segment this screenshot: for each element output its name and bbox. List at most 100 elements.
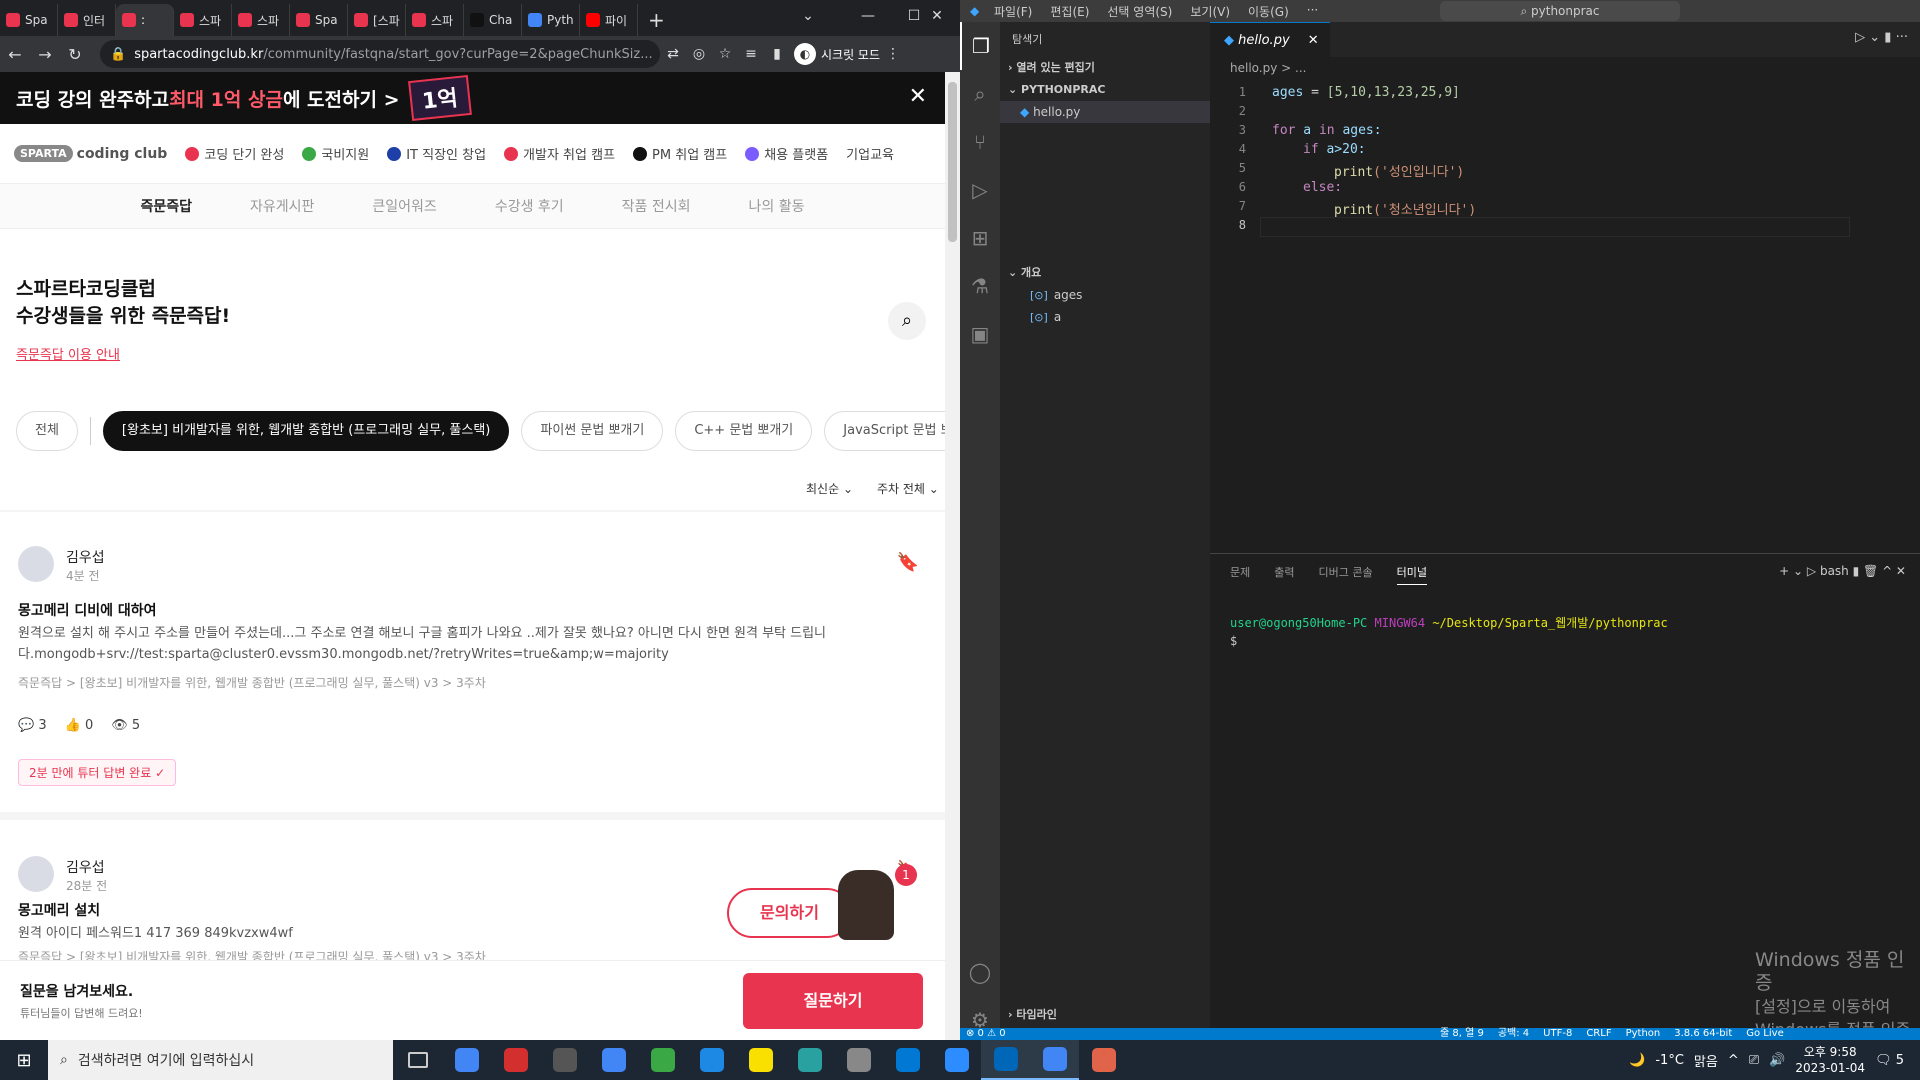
python-interpreter[interactable]: 3.8.6 64-bit	[1674, 1028, 1732, 1040]
close-icon[interactable]: ✕	[909, 84, 927, 109]
scrollbar-thumb[interactable]	[948, 82, 957, 242]
sub-nav-tab[interactable]: 큰일어워즈	[372, 196, 436, 216]
site-nav-link[interactable]: 기업교육	[846, 144, 894, 163]
minimize-button[interactable]: —	[845, 0, 891, 32]
taskbar-app-icon[interactable]	[589, 1040, 638, 1080]
browser-tab[interactable]: 스파	[406, 4, 464, 36]
site-nav-link[interactable]: IT 직장인 창업	[387, 144, 486, 163]
indent-setting[interactable]: 공백: 4	[1498, 1028, 1529, 1040]
close-window-button[interactable]: ✕	[914, 0, 960, 32]
editor-tab[interactable]: ◆ hello.py ✕	[1210, 22, 1330, 57]
sub-nav-tab[interactable]: 수강생 후기	[495, 196, 564, 216]
go-live-button[interactable]: Go Live	[1746, 1028, 1783, 1040]
course-filter-chip[interactable]: C++ 문법 뽀개기	[675, 411, 813, 451]
site-nav-link[interactable]: 개발자 취업 캠프	[504, 144, 615, 163]
outline-item[interactable]: [⊙] a	[1000, 306, 1210, 328]
problems-count[interactable]: ⊗ 0 ⚠ 0	[966, 1028, 1006, 1040]
taskbar-app-icon[interactable]	[883, 1040, 932, 1080]
menu-item[interactable]: 편집(E)	[1050, 3, 1089, 20]
sidepanel-icon[interactable]: ▮	[764, 46, 790, 62]
panel-tab[interactable]: 터미널	[1396, 564, 1427, 585]
sub-nav-tab[interactable]: 자유게시판	[250, 196, 314, 216]
taskbar-app-icon[interactable]	[981, 1040, 1030, 1080]
like-count[interactable]: 👍 0	[65, 718, 94, 733]
explorer-icon[interactable]: ❐	[960, 22, 1000, 70]
command-center[interactable]: ⌕ pythonprac	[1440, 1, 1680, 21]
inquiry-float-button[interactable]: 문의하기	[727, 888, 852, 938]
browser-tab[interactable]: Pyth	[522, 4, 580, 36]
sort-order-dropdown[interactable]: 최신순 ⌄	[806, 480, 853, 497]
menu-item[interactable]: 보기(V)	[1190, 3, 1230, 20]
run-debug-icon[interactable]: ▷	[960, 166, 1000, 214]
browser-tab[interactable]: [스파	[348, 4, 406, 36]
taskbar-app-icon[interactable]	[834, 1040, 883, 1080]
tray-chevron-icon[interactable]: ^	[1728, 1053, 1739, 1068]
panel-tab[interactable]: 출력	[1274, 564, 1294, 585]
incognito-badge[interactable]: ◐ 시크릿 모드	[794, 43, 880, 65]
reload-icon[interactable]: ↻	[60, 45, 90, 64]
sub-nav-tab[interactable]: 나의 활동	[749, 196, 805, 216]
sub-nav-tab[interactable]: 작품 전시회	[622, 196, 691, 216]
course-filter-chip[interactable]: 전체	[16, 411, 78, 451]
star-icon[interactable]: ☆	[712, 46, 738, 62]
outline-header[interactable]: ⌄ 개요	[1000, 262, 1210, 284]
site-nav-link[interactable]: 국비지원	[302, 144, 369, 163]
encoding[interactable]: UTF-8	[1543, 1028, 1572, 1040]
course-filter-chip[interactable]: [왕초보] 비개발자를 위한, 웹개발 종합반 (프로그래밍 실무, 풀스택)	[102, 411, 510, 451]
site-nav-link[interactable]: PM 취업 캠프	[633, 144, 727, 163]
menu-item[interactable]: 선택 영역(S)	[1107, 3, 1172, 20]
open-editors-section[interactable]: › 열려 있는 편집기	[1000, 57, 1210, 79]
menu-item[interactable]: ···	[1307, 3, 1318, 20]
browser-tab[interactable]: :	[116, 4, 174, 36]
week-filter-dropdown[interactable]: 주차 전체 ⌄	[877, 480, 939, 497]
cursor-position[interactable]: 줄 8, 열 9	[1440, 1028, 1484, 1040]
taskbar-app-icon[interactable]	[932, 1040, 981, 1080]
testing-icon[interactable]: ⚗	[960, 262, 1000, 310]
guide-link[interactable]: 즉문즉답 이용 안내	[16, 344, 230, 363]
browser-tab[interactable]: 인터	[58, 4, 116, 36]
network-icon[interactable]: ⎚	[1749, 1053, 1759, 1068]
source-control-icon[interactable]: ⑂	[960, 118, 1000, 166]
clock[interactable]: 오후 9:58 2023-01-04	[1795, 1044, 1865, 1076]
post-card[interactable]: 김우섭 4분 전 🔖 몽고메리 디비에 대하여 원격으로 설치 해 주시고 주소…	[0, 512, 945, 812]
course-filter-chip[interactable]: 파이썬 문법 뽀개기	[521, 411, 664, 451]
browser-tab[interactable]: 파이	[580, 4, 638, 36]
temperature[interactable]: -1°C	[1655, 1053, 1684, 1068]
run-file-icon[interactable]: ▷ ⌄ ▮ ···	[1855, 30, 1908, 45]
taskbar-app-icon[interactable]	[687, 1040, 736, 1080]
forward-icon[interactable]: →	[30, 45, 60, 64]
back-icon[interactable]: ←	[0, 45, 30, 64]
taskbar-search[interactable]: ⌕ 검색하려면 여기에 입력하십시	[48, 1040, 393, 1080]
promo-banner[interactable]: 코딩 강의 완주하고 최대 1억 상금 에 도전하기 > 1억 ✕	[0, 72, 945, 124]
terminal-output[interactable]: user@ogong50Home-PC MINGW64 ~/Desktop/Sp…	[1230, 614, 1668, 650]
outline-item[interactable]: [⊙] ages	[1000, 284, 1210, 306]
panel-tab[interactable]: 문제	[1230, 564, 1250, 585]
new-tab-icon[interactable]: +	[648, 4, 665, 36]
weather-text[interactable]: 맑음	[1694, 1051, 1718, 1070]
menu-item[interactable]: 이동(G)	[1248, 3, 1289, 20]
extensions-icon[interactable]: ⊞	[960, 214, 1000, 262]
browser-tab[interactable]: 스파	[174, 4, 232, 36]
volume-icon[interactable]: 🔊	[1769, 1053, 1785, 1068]
media-icon[interactable]: ≡	[738, 46, 764, 62]
kebab-menu-icon[interactable]: ⋮	[880, 46, 906, 62]
browser-tab[interactable]: 스파	[232, 4, 290, 36]
bookmark-icon[interactable]: 🔖	[897, 552, 919, 573]
taskbar-app-icon[interactable]	[785, 1040, 834, 1080]
taskbar-app-icon[interactable]	[442, 1040, 491, 1080]
site-nav-link[interactable]: 코딩 단기 완성	[185, 144, 284, 163]
timeline-section[interactable]: › 타임라인	[1000, 1004, 1057, 1026]
language-mode[interactable]: Python	[1626, 1028, 1661, 1040]
code-editor[interactable]: 1 2 3 4 5 6 7 8 ages = [5,10,13,23,25,9] for a …	[1210, 79, 1920, 549]
browser-tab[interactable]: Spa	[0, 4, 58, 36]
url-bar[interactable]: 🔒 spartacodingclub.kr/community/fastqna/…	[100, 40, 660, 68]
taskbar-app-icon[interactable]	[638, 1040, 687, 1080]
translate-icon[interactable]: ⇄	[660, 46, 686, 62]
end-of-line[interactable]: CRLF	[1586, 1028, 1611, 1040]
taskbar-app-icon[interactable]	[491, 1040, 540, 1080]
close-tab-icon[interactable]: ✕	[1308, 33, 1319, 48]
account-icon[interactable]: ◯	[960, 948, 1000, 996]
panel-tab[interactable]: 디버그 콘솔	[1319, 564, 1373, 585]
breadcrumb[interactable]: hello.py > ...	[1210, 57, 1920, 79]
sparta-logo[interactable]: SPARTA coding club	[14, 145, 167, 162]
